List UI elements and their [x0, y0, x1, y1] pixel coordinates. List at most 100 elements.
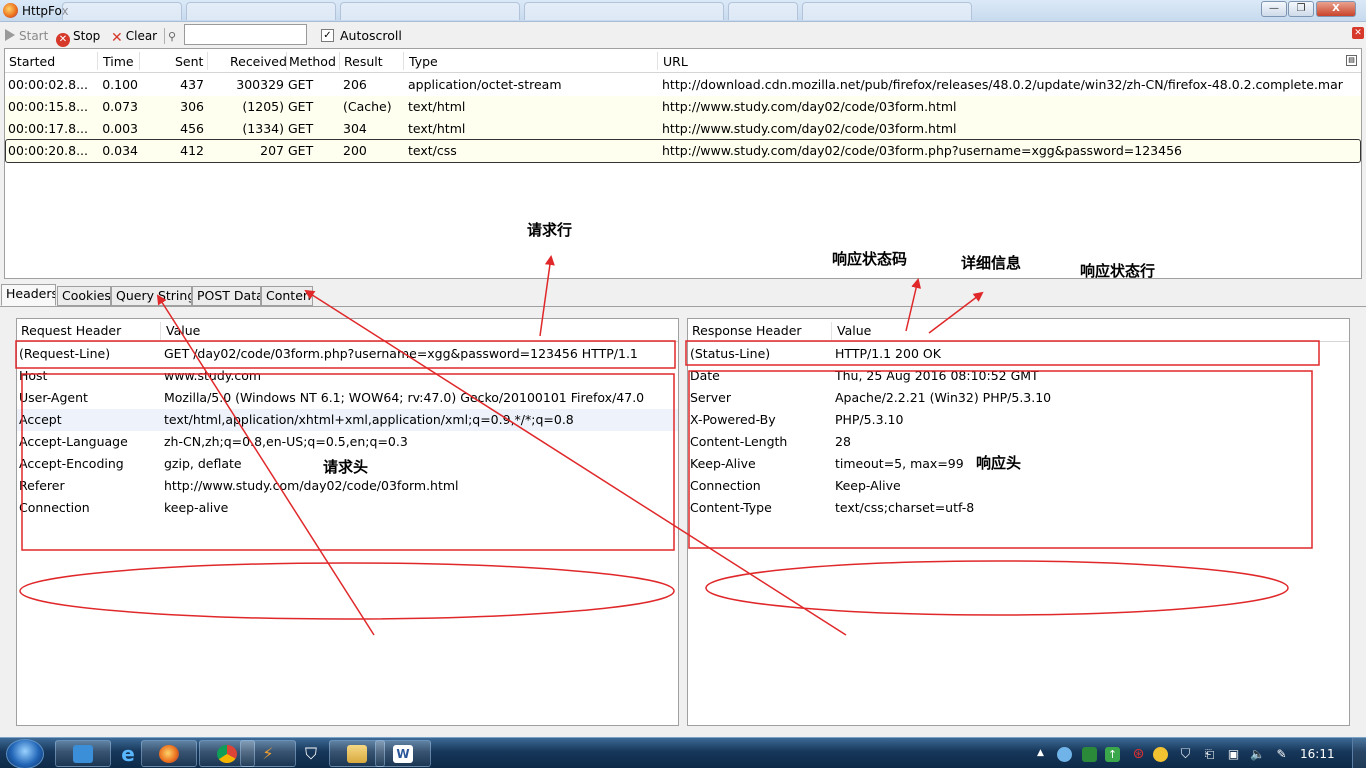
- header-name: (Status-Line): [690, 346, 771, 361]
- header-value: text/css;charset=utf-8: [835, 500, 975, 515]
- column-header-url[interactable]: URL: [663, 54, 688, 69]
- column-divider[interactable]: [657, 52, 658, 70]
- cell-received: 207: [260, 143, 284, 158]
- cell-sent: 306: [180, 99, 204, 114]
- weather-icon[interactable]: [1057, 747, 1072, 762]
- tab-query-string[interactable]: Query String: [111, 286, 192, 306]
- column-divider[interactable]: [97, 52, 98, 70]
- show-hidden-icons-arrow-icon[interactable]: ▲: [1037, 748, 1044, 758]
- autoscroll-checkbox[interactable]: ✓: [321, 29, 334, 42]
- clear-button[interactable]: ✕ Clear: [111, 28, 157, 46]
- background-browser-tab[interactable]: [802, 2, 972, 20]
- header-name: Date: [690, 368, 720, 383]
- request-row[interactable]: 00:00:02.8... 0.100 437 300329 GET 206 a…: [5, 74, 1361, 96]
- column-divider[interactable]: [403, 52, 404, 70]
- column-header-request-header[interactable]: Request Header: [21, 323, 121, 338]
- response-headers-panel: Response Header Value (Status-Line) HTTP/…: [687, 318, 1350, 726]
- show-desktop-button[interactable]: [1352, 738, 1366, 768]
- header-row[interactable]: Connection Keep-Alive: [688, 475, 1349, 497]
- column-divider[interactable]: [831, 322, 832, 340]
- column-header-response-header[interactable]: Response Header: [692, 323, 802, 338]
- header-value: Keep-Alive: [835, 478, 901, 493]
- cell-url: http://download.cdn.mozilla.net/pub/fire…: [662, 77, 1343, 92]
- header-row[interactable]: Accept-Language zh-CN,zh;q=0.8,en-US;q=0.…: [17, 431, 678, 453]
- shield-icon[interactable]: ⛉: [1178, 747, 1193, 762]
- app-tray-icon[interactable]: [1082, 747, 1097, 762]
- update-arrow-icon[interactable]: ↑: [1105, 747, 1120, 762]
- header-row[interactable]: Connection keep-alive: [17, 497, 678, 519]
- header-row[interactable]: Date Thu, 25 Aug 2016 08:10:52 GMT: [688, 365, 1349, 387]
- cell-url: http://www.study.com/day02/code/03form.h…: [662, 99, 957, 114]
- request-headers-header: Request Header Value: [17, 319, 678, 342]
- column-divider[interactable]: [286, 52, 287, 70]
- header-value: PHP/5.3.10: [835, 412, 904, 427]
- column-divider[interactable]: [207, 52, 208, 70]
- close-button[interactable]: X: [1316, 1, 1356, 17]
- taskbar-app-word[interactable]: W: [375, 740, 431, 767]
- tab-post-data[interactable]: POST Data: [192, 286, 261, 306]
- column-header-value[interactable]: Value: [166, 323, 200, 338]
- taskbar-clock[interactable]: 16:11: [1300, 747, 1335, 761]
- close-panel-icon[interactable]: ✕: [1352, 27, 1364, 39]
- request-row-selected[interactable]: 00:00:20.8... 0.034 412 207 GET 200 text…: [5, 139, 1361, 163]
- cell-type: text/html: [408, 99, 466, 114]
- header-name: Keep-Alive: [690, 456, 756, 471]
- background-browser-tab[interactable]: [728, 2, 798, 20]
- request-row[interactable]: 00:00:15.8... 0.073 306 (1205) GET (Cach…: [5, 96, 1361, 118]
- column-header-value[interactable]: Value: [837, 323, 871, 338]
- header-row[interactable]: Accept text/html,application/xhtml+xml,ap…: [17, 409, 678, 431]
- header-row[interactable]: Server Apache/2.2.21 (Win32) PHP/5.3.10: [688, 387, 1349, 409]
- restore-button[interactable]: ❐: [1288, 1, 1314, 17]
- filter-input[interactable]: [184, 24, 307, 45]
- header-row[interactable]: (Request-Line) GET /day02/code/03form.php…: [17, 343, 678, 365]
- cell-method: GET: [288, 77, 314, 92]
- firefox-icon: [3, 3, 18, 18]
- header-row[interactable]: Content-Length 28: [688, 431, 1349, 453]
- usb-device-icon[interactable]: ⎗: [1202, 747, 1217, 762]
- cell-type: application/octet-stream: [408, 77, 562, 92]
- input-method-icon[interactable]: ✎: [1274, 747, 1289, 762]
- column-header-time[interactable]: Time: [103, 54, 134, 69]
- lifebuoy-icon[interactable]: ⊛: [1131, 747, 1146, 762]
- stop-button[interactable]: ✕ Stop: [56, 28, 100, 47]
- response-headers-header: Response Header Value: [688, 319, 1349, 342]
- header-row[interactable]: Content-Type text/css;charset=utf-8: [688, 497, 1349, 519]
- background-browser-tab[interactable]: [340, 2, 520, 20]
- request-row[interactable]: 00:00:17.8... 0.003 456 (1334) GET 304 t…: [5, 118, 1361, 140]
- column-divider[interactable]: [139, 52, 140, 70]
- column-header-started[interactable]: Started: [9, 54, 55, 69]
- volume-icon[interactable]: 🔈: [1250, 747, 1265, 762]
- annotation-request-line: 请求行: [527, 221, 573, 239]
- taskbar-app-firefox[interactable]: [141, 740, 197, 767]
- background-browser-tab[interactable]: [524, 2, 724, 20]
- header-row[interactable]: User-Agent Mozilla/5.0 (Windows NT 6.1; W…: [17, 387, 678, 409]
- column-header-method[interactable]: Method: [289, 54, 336, 69]
- column-header-type[interactable]: Type: [409, 54, 438, 69]
- cell-time: 0.073: [102, 99, 138, 114]
- background-browser-tab[interactable]: [62, 2, 182, 20]
- minimize-button[interactable]: —: [1261, 1, 1287, 17]
- cell-sent: 437: [180, 77, 204, 92]
- clear-icon: ✕: [111, 30, 123, 46]
- tab-headers[interactable]: Headers: [1, 284, 56, 306]
- windows-start-button[interactable]: [6, 739, 44, 768]
- tab-content[interactable]: Content: [261, 286, 313, 306]
- column-header-sent[interactable]: Sent: [175, 54, 203, 69]
- column-divider[interactable]: [339, 52, 340, 70]
- background-browser-tab[interactable]: [186, 2, 336, 20]
- column-header-result[interactable]: Result: [344, 54, 383, 69]
- network-icon[interactable]: ▣: [1226, 747, 1241, 762]
- start-button[interactable]: Start: [5, 28, 48, 44]
- emoji-icon[interactable]: [1153, 747, 1168, 762]
- column-picker-icon[interactable]: ▤: [1346, 55, 1357, 66]
- header-row[interactable]: (Status-Line) HTTP/1.1 200 OK: [688, 343, 1349, 365]
- annotation-response-header: 响应头: [976, 454, 1022, 472]
- header-row[interactable]: Host www.study.com: [17, 365, 678, 387]
- cell-time: 0.100: [102, 77, 138, 92]
- header-row[interactable]: X-Powered-By PHP/5.3.10: [688, 409, 1349, 431]
- tab-cookies[interactable]: Cookies: [57, 286, 111, 306]
- column-divider[interactable]: [160, 322, 161, 340]
- header-row[interactable]: Referer http://www.study.com/day02/code/0…: [17, 475, 678, 497]
- header-name: Connection: [690, 478, 761, 493]
- column-header-received[interactable]: Received: [230, 54, 287, 69]
